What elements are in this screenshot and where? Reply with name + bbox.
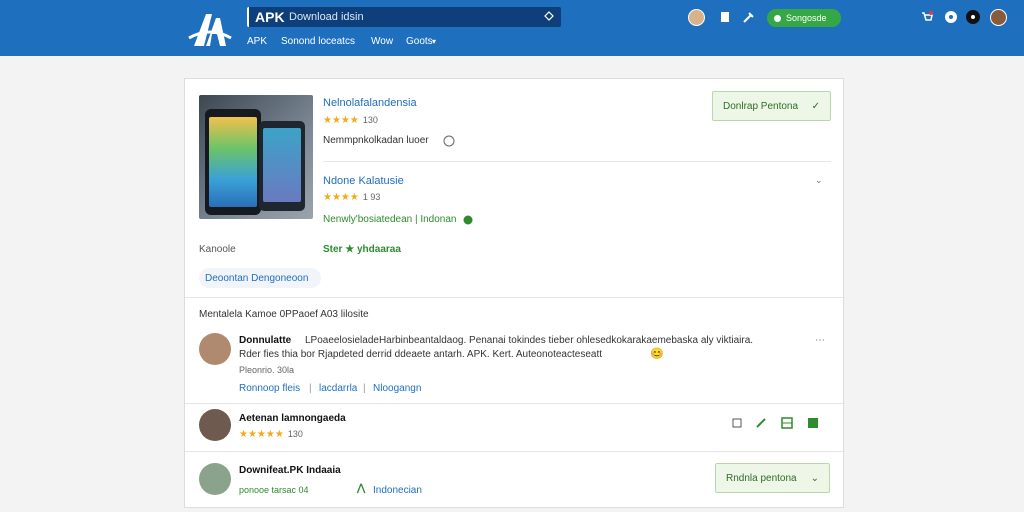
related-title[interactable]: Ndone Kalatusie: [323, 175, 404, 187]
search-brand: APK: [255, 9, 285, 25]
user-avatar[interactable]: [990, 9, 1007, 26]
divider: [185, 451, 845, 452]
more-icon[interactable]: ⋯: [815, 335, 825, 346]
separator: |: [363, 383, 366, 394]
related-tag[interactable]: Ster ★ yhdaaraa: [323, 244, 401, 255]
comment-meta: ponooe tarsac 04: [239, 485, 309, 495]
copy-icon[interactable]: [731, 417, 743, 429]
chat-icon[interactable]: [944, 10, 958, 24]
bookmark-icon[interactable]: [718, 10, 732, 24]
comment-action-link[interactable]: Nloogangn: [373, 383, 421, 394]
nav-goots[interactable]: Goots: [406, 36, 433, 47]
location-icon: ⋀: [357, 483, 366, 494]
chevron-down-icon[interactable]: ⌄: [815, 175, 823, 186]
divider: [323, 161, 831, 162]
comment-text: LPoaeelosieladeHarbinbeantaldaog. Penana…: [305, 335, 754, 346]
verified-icon: [463, 215, 473, 225]
notification-icon[interactable]: [966, 10, 980, 24]
related-publisher[interactable]: Nenwly'bosiatedean | Indonan: [323, 214, 457, 225]
square-icon[interactable]: [807, 417, 819, 429]
search-input[interactable]: Download idsin: [289, 11, 364, 23]
search-bar[interactable]: APK Download idsin: [247, 7, 561, 27]
thumb-caption: Kanoole: [199, 244, 236, 255]
comment-location[interactable]: Indonecian: [373, 485, 422, 496]
rating-count: 130: [287, 429, 303, 439]
search-icon[interactable]: [543, 10, 555, 22]
grid-icon[interactable]: [781, 417, 793, 429]
app-rating: ★★★★ 130: [323, 115, 378, 126]
app-title[interactable]: Nelnolafalandensia: [323, 97, 417, 109]
top-bar: APK Download idsin APK Sonond loceatcs W…: [0, 0, 1024, 56]
comment-author[interactable]: Aetenan lamnongaeda: [239, 413, 346, 424]
install-button-label: Donlrap Pentona: [723, 100, 799, 112]
related-rating: ★★★★ 1 93: [323, 192, 381, 203]
nav-second[interactable]: Sonond loceatcs: [281, 36, 355, 47]
nav-apk[interactable]: APK: [247, 36, 267, 47]
comments-header: Mentalela Kamoe 0PPaoef A03 lilosite: [199, 309, 369, 320]
avatar[interactable]: [688, 9, 705, 26]
app-card: Nelnolafalandensia ★★★★ 130 Nemmpnkolkada…: [184, 78, 845, 508]
check-icon: ✓: [811, 100, 820, 112]
reply-button[interactable]: Rndnla pentona ⌄: [715, 463, 830, 493]
avatar[interactable]: [199, 409, 231, 441]
action-button-label: Songosde: [786, 13, 827, 23]
avatar[interactable]: [199, 463, 231, 495]
comment-action-link[interactable]: lacdarrla: [319, 383, 357, 394]
comment-rating: ★★★★★ 130: [239, 429, 303, 440]
divider: [185, 403, 845, 404]
phone-image: [259, 121, 305, 211]
chevron-down-icon[interactable]: ▾: [432, 37, 436, 46]
comment-text: Rder fies thia bor Rjapdeted derrid ddea…: [239, 349, 603, 360]
install-button[interactable]: Donlrap Pentona ✓: [712, 91, 831, 121]
divider: [185, 297, 845, 298]
app-screenshot[interactable]: [199, 95, 313, 219]
app-description: Nemmpnkolkadan luoer: [323, 135, 429, 146]
chevron-down-icon: ⌄: [810, 472, 819, 484]
pin-icon[interactable]: [755, 417, 767, 429]
cart-icon[interactable]: [920, 10, 934, 24]
reply-button-label: Rndnla pentona: [726, 472, 797, 484]
cart-icon: [774, 14, 781, 22]
avatar[interactable]: [199, 333, 231, 365]
nav-wow[interactable]: Wow: [371, 36, 393, 47]
comment-author[interactable]: Donnulatte: [239, 335, 291, 346]
tag-chip[interactable]: Deoontan Dengoneoon: [199, 268, 321, 288]
tag-chip-label: Deoontan Dengoneoon: [205, 272, 309, 284]
tools-icon[interactable]: [742, 10, 756, 24]
phone-image: [205, 109, 261, 215]
info-icon[interactable]: [443, 135, 455, 147]
comment-action-link[interactable]: Ronnoop fleis: [239, 383, 300, 394]
logo-icon[interactable]: [186, 8, 234, 50]
separator: |: [309, 383, 312, 394]
rating-count: 130: [362, 115, 378, 125]
emoji-icon: 😊: [650, 348, 664, 360]
rating-count: 1 93: [362, 192, 381, 202]
action-button[interactable]: Songosde: [767, 9, 841, 27]
comment-meta: Pleonrio. 30la: [239, 365, 295, 375]
comment-author[interactable]: Downifeat.PK Indaaia: [239, 465, 341, 476]
